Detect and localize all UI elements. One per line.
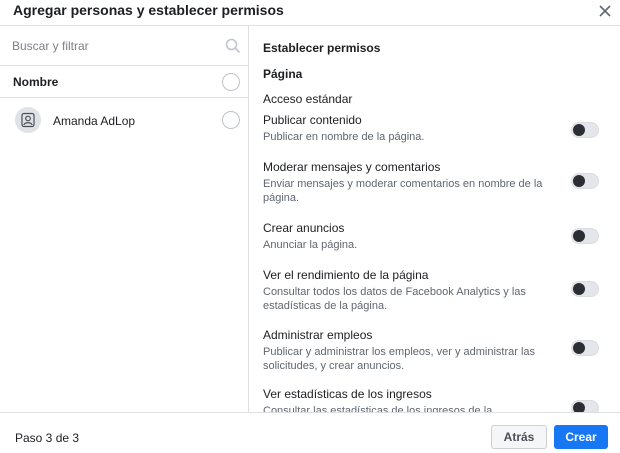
permission-item: Crear anuncios Anunciar la página. bbox=[263, 221, 620, 252]
permission-description: Publicar en nombre de la página. bbox=[263, 131, 425, 143]
people-panel: Nombre Amanda AdLop bbox=[0, 26, 249, 412]
permissions-title: Establecer permisos bbox=[263, 41, 381, 55]
step-indicator: Paso 3 de 3 bbox=[15, 431, 80, 445]
permission-toggle[interactable] bbox=[571, 173, 599, 189]
permission-item: Administrar empleos Publicar y administr… bbox=[263, 328, 620, 373]
dialog-footer: Paso 3 de 3 Atrás Crear bbox=[0, 412, 620, 453]
dialog-header: Agregar personas y establecer permisos bbox=[0, 0, 620, 26]
close-icon[interactable] bbox=[596, 2, 614, 20]
toggle-knob bbox=[573, 402, 585, 412]
permission-toggle[interactable] bbox=[571, 228, 599, 244]
toggle-knob bbox=[573, 124, 585, 136]
person-row[interactable]: Amanda AdLop bbox=[0, 104, 249, 138]
add-people-dialog: Agregar personas y establecer permisos N… bbox=[0, 0, 620, 453]
name-column-header: Nombre bbox=[13, 75, 59, 89]
permission-item: Ver estadísticas de los ingresos Consult… bbox=[263, 387, 620, 412]
toggle-knob bbox=[573, 342, 585, 354]
permission-title: Crear anuncios bbox=[263, 221, 345, 235]
permission-title: Publicar contenido bbox=[263, 113, 362, 127]
permission-description: Consultar las estadísticas de los ingres… bbox=[263, 405, 493, 412]
toggle-knob bbox=[573, 283, 585, 295]
permission-title: Ver el rendimiento de la página bbox=[263, 268, 429, 282]
section-title: Página bbox=[263, 67, 303, 81]
create-button[interactable]: Crear bbox=[554, 425, 608, 449]
permission-description: Publicar y administrar los empleos, ver … bbox=[263, 346, 536, 372]
toggle-knob bbox=[573, 175, 585, 187]
permission-description: Enviar mensajes y moderar comentarios en… bbox=[263, 178, 543, 204]
permission-item: Publicar contenido Publicar en nombre de… bbox=[263, 113, 620, 144]
select-all-radio[interactable] bbox=[222, 73, 240, 91]
permission-item: Ver el rendimiento de la página Consulta… bbox=[263, 268, 620, 313]
back-button[interactable]: Atrás bbox=[491, 425, 547, 449]
permission-title: Ver estadísticas de los ingresos bbox=[263, 387, 432, 401]
dialog-title: Agregar personas y establecer permisos bbox=[13, 2, 284, 18]
person-select-radio[interactable] bbox=[222, 111, 240, 129]
permission-description: Anunciar la página. bbox=[263, 239, 358, 251]
search-input[interactable] bbox=[12, 37, 212, 55]
permission-toggle[interactable] bbox=[571, 340, 599, 356]
permissions-panel: Establecer permisos Página Acceso estánd… bbox=[250, 26, 620, 412]
permission-description: Consultar todos los datos de Facebook An… bbox=[263, 286, 526, 312]
user-avatar-icon bbox=[15, 107, 41, 133]
search-row bbox=[0, 26, 249, 66]
permission-title: Administrar empleos bbox=[263, 328, 373, 342]
permission-item: Moderar mensajes y comentarios Enviar me… bbox=[263, 160, 620, 205]
person-name: Amanda AdLop bbox=[53, 114, 136, 128]
permission-toggle[interactable] bbox=[571, 400, 599, 412]
permission-title: Moderar mensajes y comentarios bbox=[263, 160, 441, 174]
search-icon[interactable] bbox=[225, 38, 241, 54]
permission-toggle[interactable] bbox=[571, 281, 599, 297]
subsection-title: Acceso estándar bbox=[263, 92, 353, 106]
permission-toggle[interactable] bbox=[571, 122, 599, 138]
toggle-knob bbox=[573, 230, 585, 242]
name-header-row: Nombre bbox=[0, 66, 249, 98]
